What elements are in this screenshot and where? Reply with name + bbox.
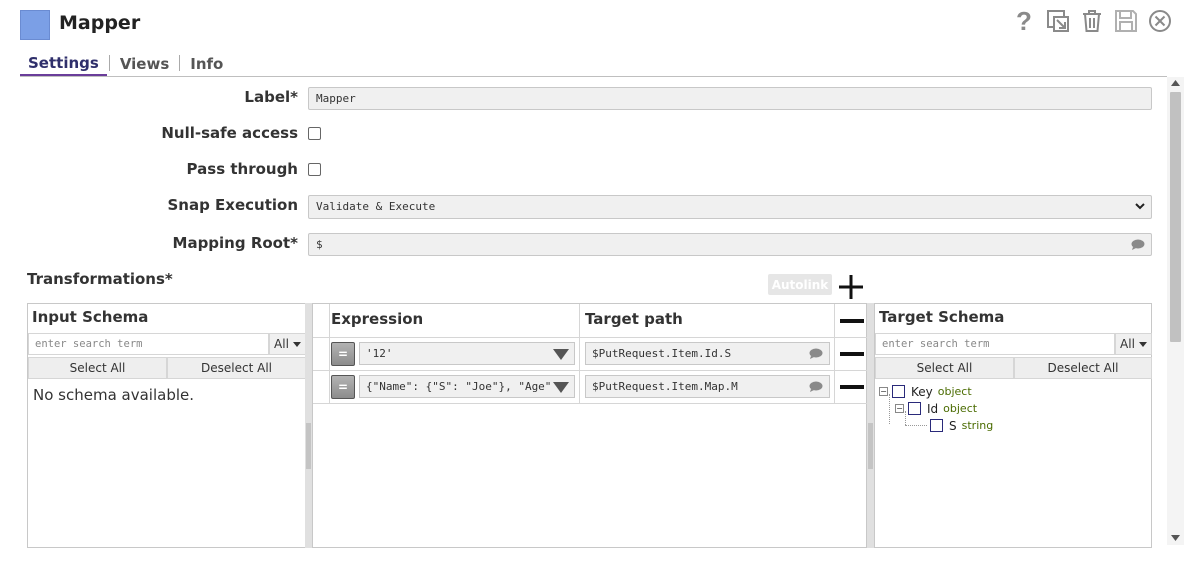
remove-row-icon[interactable] — [840, 385, 864, 389]
tree-node-key: − Key object — [879, 383, 972, 400]
null-safe-label: Null-safe access — [161, 124, 298, 142]
tab-views[interactable]: Views — [112, 53, 177, 77]
target-path-column-header: Target path — [585, 310, 683, 328]
target-deselect-all-button[interactable]: Deselect All — [1014, 357, 1152, 379]
help-icon[interactable]: ? — [1011, 8, 1037, 34]
target-schema-panel: Target Schema enter search term All Sele… — [874, 303, 1152, 548]
expression-toggle-button[interactable]: = — [331, 375, 355, 399]
input-schema-title: Input Schema — [32, 308, 149, 326]
splitter-grip[interactable] — [306, 423, 311, 469]
target-schema-filter-value: All — [1120, 337, 1135, 351]
pass-through-checkbox[interactable] — [308, 163, 321, 176]
comment-icon[interactable] — [1131, 239, 1145, 250]
target-select-all-button[interactable]: Select All — [875, 357, 1014, 379]
autolink-button[interactable]: Autolink — [768, 274, 832, 295]
input-select-all-button[interactable]: Select All — [28, 357, 167, 379]
tree-node-checkbox[interactable] — [908, 402, 921, 415]
input-schema-filter-value: All — [274, 337, 289, 351]
svg-text:?: ? — [1016, 9, 1032, 33]
tab-bar: Settings Views Info — [20, 53, 231, 77]
scroll-up-icon[interactable] — [1171, 80, 1180, 86]
tree-node-s: S string — [930, 417, 993, 434]
column-divider — [579, 304, 580, 404]
snap-execution-value: Validate & Execute — [316, 200, 436, 213]
close-icon[interactable] — [1147, 8, 1173, 34]
tab-divider — [179, 55, 181, 71]
caret-down-icon — [1138, 341, 1147, 347]
expression-input[interactable]: {"Name": {"S": "Joe"}, "Age" — [359, 375, 575, 398]
input-schema-filter[interactable]: All — [269, 333, 306, 355]
tree-node-id: − Id object — [895, 400, 977, 417]
input-schema-search[interactable]: enter search term — [28, 333, 269, 355]
collapse-toggle-icon[interactable]: − — [895, 404, 904, 413]
column-divider — [329, 304, 330, 404]
label-input[interactable]: Mapper — [308, 87, 1152, 110]
right-splitter[interactable] — [867, 303, 874, 548]
row-divider — [313, 403, 867, 404]
tree-node-checkbox[interactable] — [930, 419, 943, 432]
transformations-title: Transformations* — [27, 270, 173, 288]
tree-node-name: Id — [927, 401, 939, 416]
left-splitter[interactable] — [305, 303, 312, 548]
row-divider — [313, 370, 867, 371]
expression-column-header: Expression — [331, 310, 424, 328]
add-row-icon[interactable] — [838, 272, 864, 302]
tree-node-name: S — [949, 418, 957, 433]
comment-icon[interactable] — [809, 348, 823, 359]
remove-all-rows-icon[interactable] — [840, 319, 864, 323]
pass-through-label: Pass through — [186, 160, 298, 178]
expression-toggle-button[interactable]: = — [331, 342, 355, 366]
input-schema-panel: Input Schema enter search term All Selec… — [27, 303, 306, 548]
caret-down-icon — [292, 341, 301, 347]
expression-input[interactable]: '12' — [359, 342, 575, 365]
expression-value: '12' — [366, 347, 393, 360]
tree-node-name: Key — [911, 384, 933, 399]
tab-settings[interactable]: Settings — [20, 52, 107, 77]
empty-schema-message: No schema available. — [33, 386, 195, 404]
trash-icon[interactable] — [1079, 8, 1105, 34]
tab-info[interactable]: Info — [182, 53, 231, 77]
save-icon[interactable] — [1113, 8, 1139, 34]
target-path-input[interactable]: $PutRequest.Item.Id.S — [585, 342, 830, 365]
export-icon[interactable] — [1045, 8, 1071, 34]
row-divider — [313, 337, 867, 338]
dropdown-triangle-icon[interactable] — [553, 349, 569, 360]
snap-logo — [20, 10, 50, 40]
target-path-input[interactable]: $PutRequest.Item.Map.M — [585, 375, 830, 398]
mapping-table: Expression Target path = '12' $PutReques… — [312, 303, 867, 548]
mapping-root-label: Mapping Root* — [172, 234, 298, 252]
tree-node-type: object — [937, 385, 972, 398]
snap-execution-select[interactable]: Validate & Execute — [308, 195, 1152, 219]
tree-node-checkbox[interactable] — [892, 385, 905, 398]
tab-divider — [108, 55, 110, 71]
tree-node-type: object — [943, 402, 978, 415]
target-path-value: $PutRequest.Item.Id.S — [592, 347, 732, 360]
splitter-grip[interactable] — [868, 423, 873, 469]
label-field-label: Label* — [244, 88, 298, 106]
mapping-root-input[interactable]: $ — [308, 233, 1152, 256]
input-deselect-all-button[interactable]: Deselect All — [167, 357, 306, 379]
tree-node-type: string — [961, 419, 994, 432]
dropdown-triangle-icon[interactable] — [553, 382, 569, 393]
mapping-root-value: $ — [316, 238, 323, 251]
chevron-down-icon — [1135, 203, 1145, 210]
tree-guide — [905, 425, 927, 426]
target-path-value: $PutRequest.Item.Map.M — [592, 380, 738, 393]
remove-row-icon[interactable] — [840, 352, 864, 356]
column-divider — [834, 304, 835, 404]
collapse-toggle-icon[interactable]: − — [879, 387, 888, 396]
null-safe-checkbox[interactable] — [308, 127, 321, 140]
target-schema-filter[interactable]: All — [1115, 333, 1152, 355]
scroll-down-icon[interactable] — [1171, 535, 1180, 541]
scrollbar-thumb[interactable] — [1170, 92, 1181, 342]
tabs-divider — [20, 76, 1167, 77]
expression-value: {"Name": {"S": "Joe"}, "Age" — [366, 380, 552, 393]
page-title: Mapper — [59, 12, 141, 34]
comment-icon[interactable] — [809, 381, 823, 392]
snap-execution-label: Snap Execution — [167, 196, 298, 214]
target-schema-search[interactable]: enter search term — [875, 333, 1115, 355]
target-schema-title: Target Schema — [879, 308, 1005, 326]
